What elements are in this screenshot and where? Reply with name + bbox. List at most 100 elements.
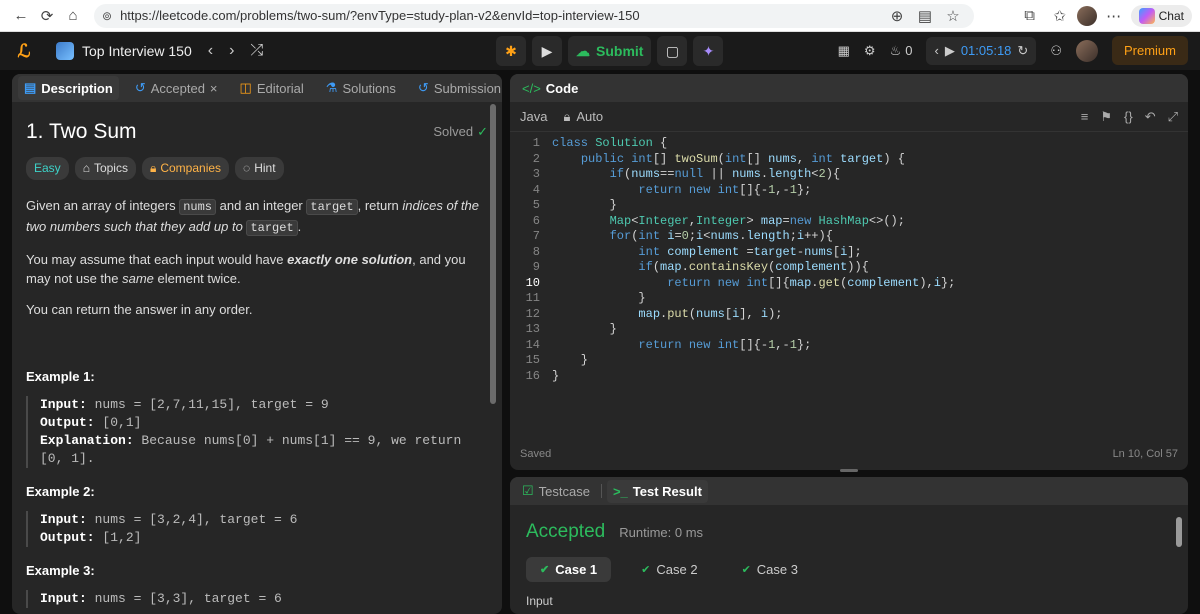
difficulty-badge: Easy bbox=[26, 157, 69, 180]
code-line[interactable]: 4 return new int[]{-1,-1}; bbox=[510, 183, 1188, 199]
tab-solutions[interactable]: ⚗ Solutions bbox=[320, 76, 402, 100]
format-icon[interactable]: ≡ bbox=[1081, 109, 1089, 125]
code-text: for(int i=0;i<nums.length;i++){ bbox=[609, 229, 833, 243]
code-tabs: </> Code bbox=[510, 74, 1188, 102]
chat-button[interactable]: Chat bbox=[1130, 4, 1192, 27]
extensions-icon[interactable]: ⧉ bbox=[1017, 3, 1043, 29]
submit-button[interactable]: ☁ Submit bbox=[568, 36, 652, 66]
cursor-position: Ln 10, Col 57 bbox=[1112, 448, 1178, 460]
plan-title[interactable]: Top Interview 150 bbox=[82, 43, 192, 59]
check-icon: ✔ bbox=[540, 564, 550, 576]
timer[interactable]: ‹ ▶ 01:05:18 ↻ bbox=[926, 36, 1037, 65]
settings-gear-icon[interactable]: ⚙ bbox=[864, 43, 876, 59]
code-line[interactable]: 7 for(int i=0;i<nums.length;i++){ bbox=[510, 229, 1188, 245]
code-text: map.put(nums[i], i); bbox=[638, 306, 783, 321]
case-tab-1[interactable]: ✔ Case 1 bbox=[526, 557, 612, 582]
prev-problem-icon[interactable]: ‹ bbox=[208, 42, 213, 60]
scrollbar[interactable] bbox=[1176, 517, 1182, 547]
address-bar[interactable]: ⊚ https://leetcode.com/problems/two-sum/… bbox=[94, 3, 974, 29]
add-friend-icon[interactable]: ⚇ bbox=[1050, 43, 1062, 59]
tab-test-result[interactable]: >_ Test Result bbox=[606, 479, 708, 503]
companies-tag[interactable]: 🔒︎ Companies bbox=[141, 157, 230, 180]
favorite-star-icon[interactable]: ☆ bbox=[940, 3, 966, 29]
flask-icon: ⚗ bbox=[325, 80, 338, 95]
shuffle-icon[interactable]: ⤮ bbox=[250, 42, 263, 60]
user-avatar[interactable] bbox=[1075, 39, 1098, 62]
language-select[interactable]: Java bbox=[520, 109, 547, 124]
topics-tag[interactable]: ⌂ Topics bbox=[74, 157, 136, 180]
resize-handle[interactable] bbox=[840, 469, 858, 472]
tab-description[interactable]: ▤ Description bbox=[18, 76, 119, 100]
close-icon[interactable]: × bbox=[210, 81, 218, 96]
tab-code[interactable]: </> Code bbox=[516, 77, 584, 100]
case-tab-3[interactable]: ✔ Case 3 bbox=[728, 557, 812, 582]
play-icon[interactable]: ▶ bbox=[945, 43, 955, 59]
hint-tag[interactable]: ◌ Hint bbox=[235, 157, 284, 180]
line-number: 3 bbox=[532, 167, 540, 181]
reset-code-icon[interactable]: ↶ bbox=[1145, 109, 1156, 125]
code-line[interactable]: 16} bbox=[510, 369, 1188, 385]
scrollbar[interactable] bbox=[490, 104, 496, 404]
leetcode-logo[interactable]: ℒ bbox=[12, 39, 36, 63]
code-line[interactable]: 9 if(map.containsKey(complement)){ bbox=[510, 260, 1188, 276]
back-icon[interactable]: ← bbox=[8, 3, 34, 29]
code-text: public int[] twoSum(int[] nums, int targ… bbox=[580, 151, 905, 166]
layout-icon[interactable]: ▦ bbox=[838, 43, 850, 59]
timer-collapse-icon[interactable]: ‹ bbox=[934, 43, 938, 58]
example-block: Input: nums = [3,2,4], target = 6 Output… bbox=[26, 511, 488, 547]
tab-editorial[interactable]: ◫ Editorial bbox=[234, 76, 310, 100]
run-icon[interactable]: ▶ bbox=[532, 36, 562, 66]
code-line[interactable]: 6 Map<Integer,Integer> map=new HashMap<>… bbox=[510, 214, 1188, 230]
tab-testcase[interactable]: ☑ Testcase bbox=[516, 479, 596, 503]
history-icon: ↺ bbox=[134, 80, 146, 95]
next-problem-icon[interactable]: › bbox=[229, 42, 234, 60]
code-line[interactable]: 15 } bbox=[510, 353, 1188, 369]
profile-avatar[interactable] bbox=[1076, 5, 1097, 26]
tab-accepted[interactable]: ↺ Accepted × bbox=[129, 76, 224, 100]
reader-icon[interactable]: ▤ bbox=[912, 3, 938, 29]
home-icon[interactable]: ⌂ bbox=[60, 3, 86, 29]
reset-icon[interactable]: ↻ bbox=[1017, 43, 1028, 59]
input-label: Input bbox=[526, 594, 553, 608]
code-line[interactable]: 8 int complement =target-nums[i]; bbox=[510, 245, 1188, 261]
zoom-icon[interactable]: ⊕ bbox=[884, 3, 910, 29]
code-line[interactable]: 1 class Solution { bbox=[510, 136, 1188, 152]
code-line[interactable]: 2 public int[] twoSum(int[] nums, int ta… bbox=[510, 152, 1188, 168]
terminal-icon: >_ bbox=[612, 483, 628, 499]
cloud-upload-icon: ☁ bbox=[576, 42, 590, 59]
line-number: 12 bbox=[525, 306, 540, 321]
lock-icon: 🔒︎ bbox=[563, 108, 571, 124]
problem-tags: Easy ⌂ Topics 🔒︎ Companies ◌ Hint bbox=[26, 157, 488, 180]
line-number: 15 bbox=[525, 353, 540, 367]
site-info-icon[interactable]: ⊚ bbox=[102, 9, 112, 23]
bookmark-icon[interactable]: ⚑ bbox=[1100, 109, 1112, 125]
ai-sparkle-icon[interactable]: ✦ bbox=[693, 36, 724, 66]
streak-counter[interactable]: ♨ 0 bbox=[890, 43, 913, 59]
code-line[interactable]: 3 if(nums==null || nums.length<2){ bbox=[510, 167, 1188, 183]
premium-button[interactable]: Premium bbox=[1111, 36, 1188, 65]
code-line[interactable]: 13 } bbox=[510, 322, 1188, 338]
line-number: 14 bbox=[525, 337, 540, 352]
favorites-icon[interactable]: ✩ bbox=[1047, 3, 1073, 29]
auto-mode[interactable]: 🔒︎ Auto bbox=[563, 109, 603, 125]
code-line[interactable]: 14 return new int[]{-1,-1}; bbox=[510, 338, 1188, 354]
example-block: Input: nums = [2,7,11,15], target = 9 Ou… bbox=[26, 396, 488, 468]
line-number: 8 bbox=[532, 244, 540, 259]
code-line[interactable]: 5 } bbox=[510, 198, 1188, 214]
streak-count: 0 bbox=[905, 43, 913, 58]
tab-submission[interactable]: ↺ Submission bbox=[412, 76, 502, 100]
case-tab-2[interactable]: ✔ Case 2 bbox=[627, 557, 711, 582]
editor-status-bar: Saved Ln 10, Col 57 bbox=[520, 448, 1178, 460]
more-icon[interactable]: ⋯ bbox=[1101, 3, 1127, 29]
braces-icon[interactable]: {} bbox=[1124, 109, 1133, 125]
debug-icon[interactable]: ✱ bbox=[496, 36, 526, 66]
code-line[interactable]: 11 } bbox=[510, 291, 1188, 307]
code-text: if(map.containsKey(complement)){ bbox=[638, 260, 869, 274]
note-icon[interactable]: ▢ bbox=[657, 36, 688, 66]
reload-icon[interactable]: ⟳ bbox=[34, 3, 60, 29]
fullscreen-icon[interactable]: ⤢ bbox=[1168, 109, 1178, 125]
problem-title[interactable]: 1. Two Sum bbox=[26, 121, 137, 142]
code-line[interactable]: 12 map.put(nums[i], i); bbox=[510, 307, 1188, 323]
code-editor[interactable]: 1 class Solution {2 public int[] twoSum(i… bbox=[510, 132, 1188, 384]
code-line[interactable]: 10 return new int[]{map.get(complement),… bbox=[510, 276, 1188, 292]
